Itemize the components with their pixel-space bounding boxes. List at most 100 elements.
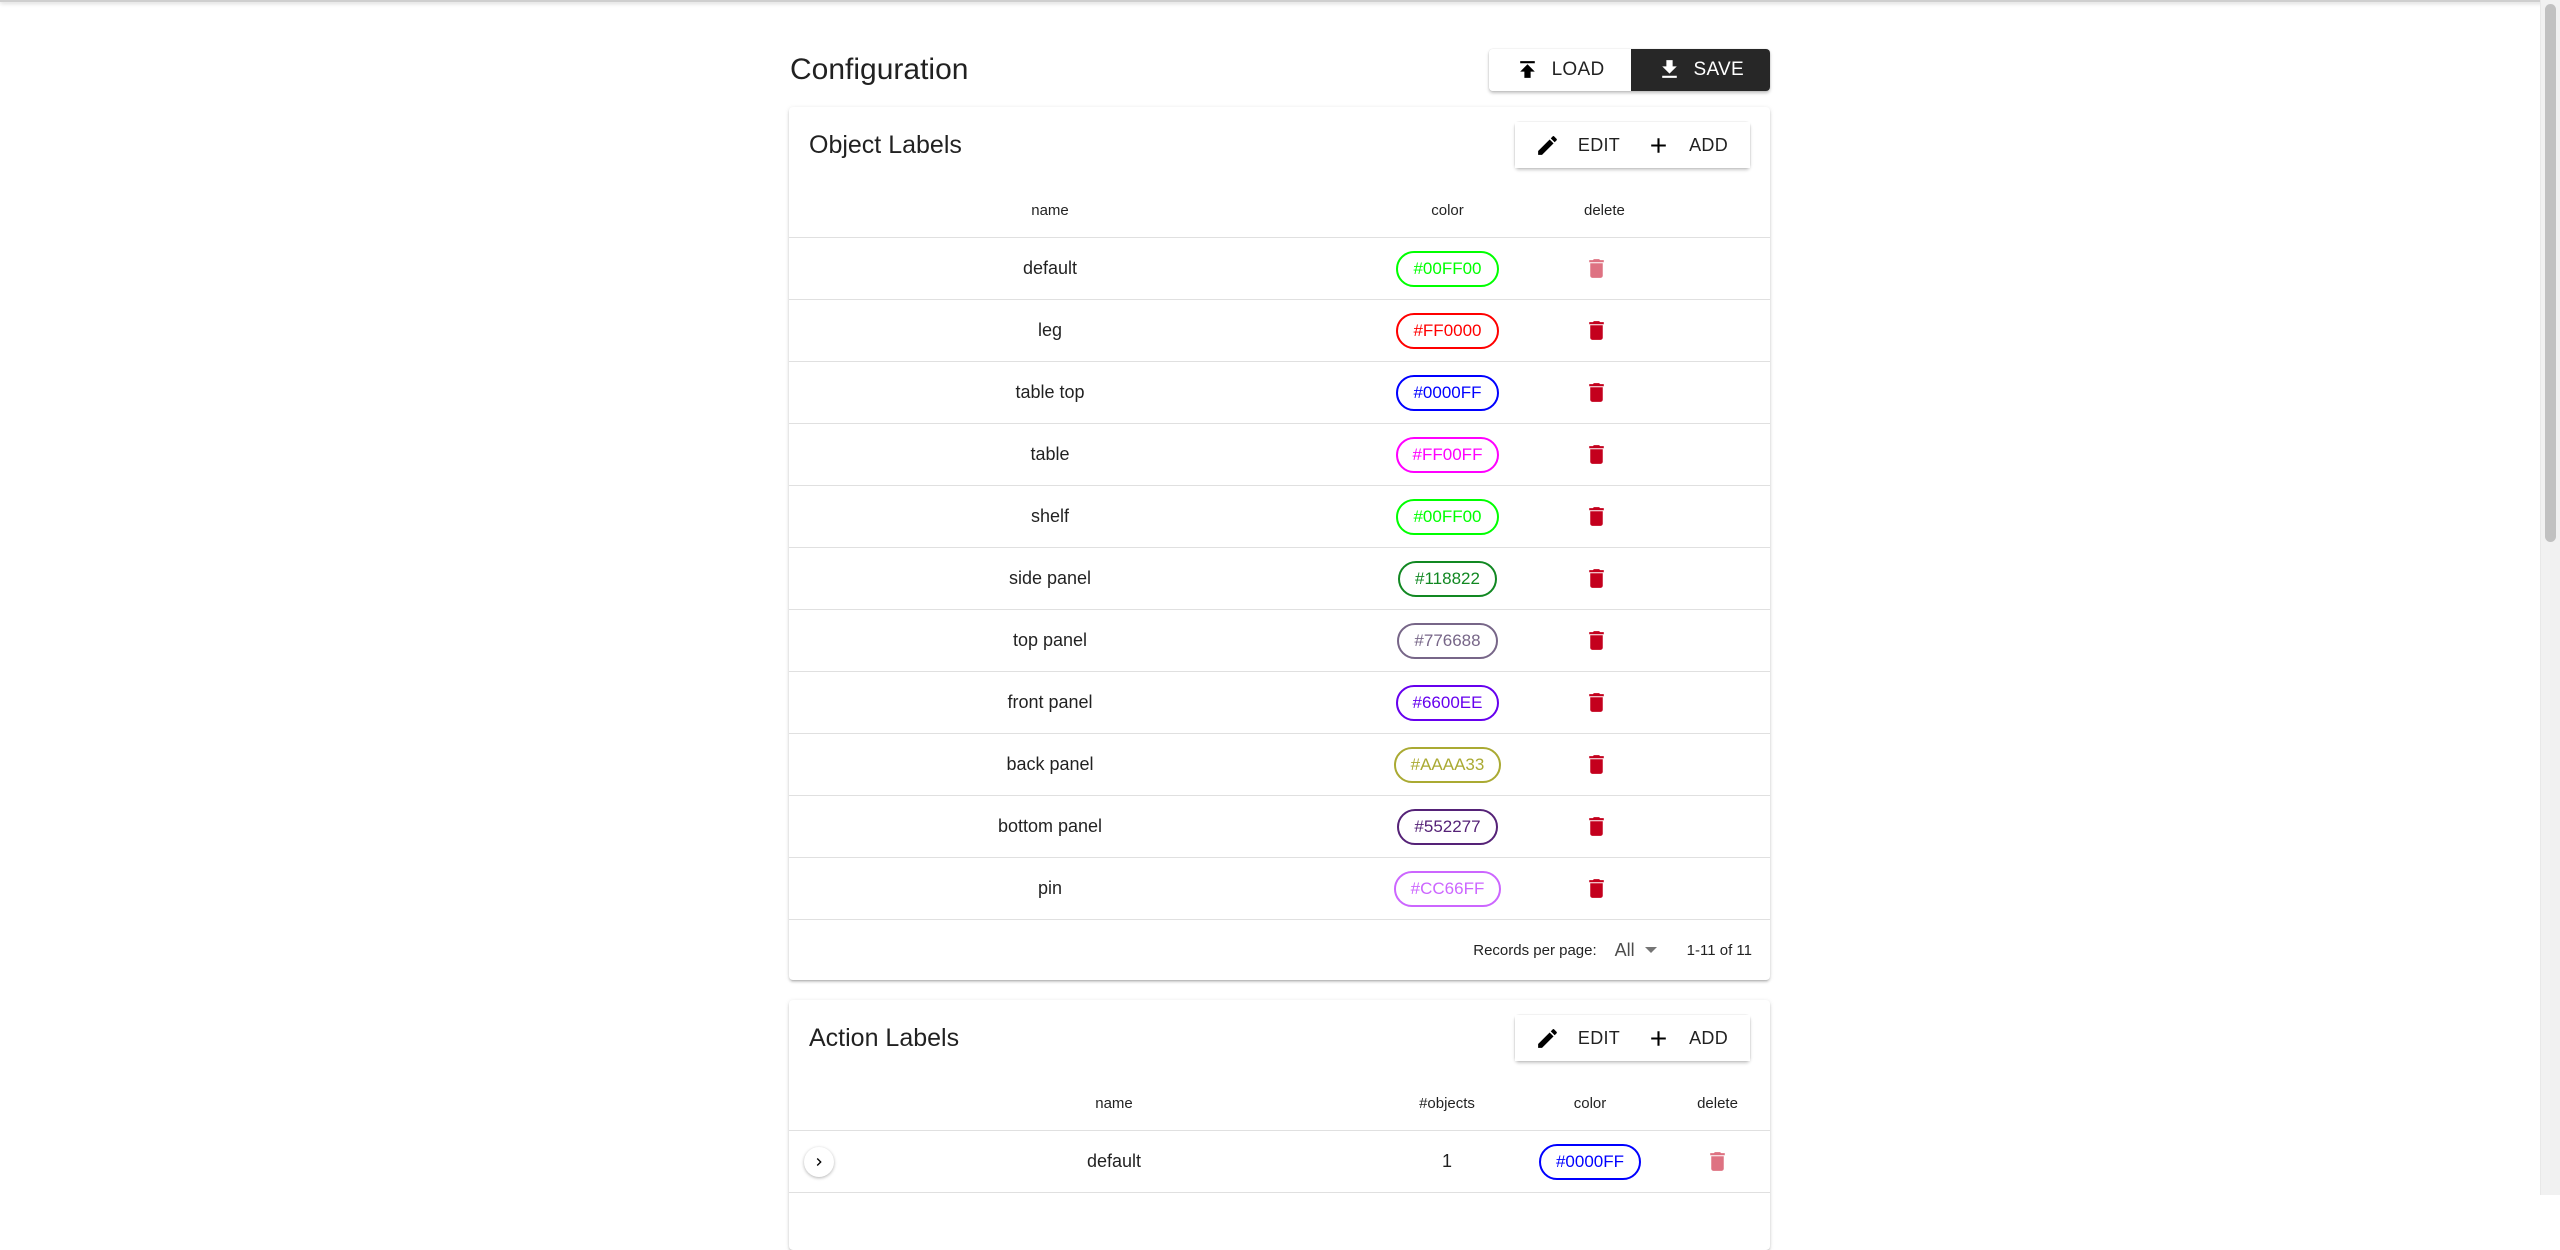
column-header-expand bbox=[789, 1076, 849, 1131]
delete-cell bbox=[1584, 795, 1770, 858]
table-row: default 1 #0000FF bbox=[789, 1130, 1770, 1193]
color-chip[interactable]: #0000FF bbox=[1396, 374, 1499, 411]
label-name: table top bbox=[789, 361, 1311, 424]
trash-icon[interactable] bbox=[1584, 814, 1609, 839]
upload-icon bbox=[1519, 61, 1535, 78]
table-footer: Records per page: All 1-11 of 11 bbox=[789, 920, 1770, 980]
records-per-page-select[interactable]: All bbox=[1615, 940, 1657, 961]
delete-cell bbox=[1584, 547, 1770, 610]
color-chip[interactable]: #00FF00 bbox=[1396, 250, 1499, 287]
label-name: leg bbox=[789, 299, 1311, 362]
download-icon bbox=[1661, 60, 1677, 78]
column-header-objects[interactable]: #objects bbox=[1379, 1076, 1515, 1131]
trash-icon[interactable] bbox=[1705, 1149, 1730, 1174]
object-count: 1 bbox=[1379, 1130, 1515, 1193]
dropdown-caret-icon bbox=[1644, 947, 1657, 953]
configuration-page: Configuration LOAD SAVE Object Labels ED… bbox=[789, 47, 1770, 1250]
action-labels-add-button[interactable]: ADD bbox=[1642, 1015, 1750, 1061]
action-name: default bbox=[849, 1130, 1379, 1193]
action-labels-table: name #objects color delete default 1 #0000… bbox=[789, 1076, 1770, 1193]
color-chip[interactable]: #6600EE bbox=[1395, 684, 1500, 721]
trash-icon[interactable] bbox=[1584, 752, 1609, 777]
object-labels-header: Object Labels EDIT ADD bbox=[789, 107, 1770, 183]
table-row: side panel #118822 bbox=[789, 547, 1770, 610]
action-labels-actions: EDIT ADD bbox=[1514, 1015, 1750, 1061]
object-labels-card: Object Labels EDIT ADD name color delete bbox=[789, 107, 1770, 980]
trash-icon[interactable] bbox=[1584, 256, 1609, 281]
delete-cell bbox=[1665, 1130, 1770, 1193]
color-chip[interactable]: #CC66FF bbox=[1393, 870, 1502, 907]
page-title: Configuration bbox=[790, 52, 969, 86]
load-button-label: LOAD bbox=[1551, 58, 1605, 80]
color-cell: #AAAA33 bbox=[1311, 733, 1584, 796]
load-button[interactable]: LOAD bbox=[1488, 48, 1631, 91]
object-labels-title: Object Labels bbox=[809, 130, 962, 159]
load-save-group: LOAD SAVE bbox=[1488, 48, 1770, 91]
label-name: table bbox=[789, 423, 1311, 486]
plus-icon bbox=[1651, 137, 1666, 153]
table-row: pin #CC66FF bbox=[789, 857, 1770, 920]
records-per-page-label: Records per page: bbox=[1473, 941, 1597, 959]
object-labels-edit-button[interactable]: EDIT bbox=[1514, 122, 1643, 168]
color-cell: #0000FF bbox=[1515, 1130, 1665, 1193]
color-cell: #776688 bbox=[1311, 609, 1584, 672]
table-header-row: name color delete bbox=[789, 183, 1770, 238]
save-button[interactable]: SAVE bbox=[1630, 48, 1770, 91]
trash-icon[interactable] bbox=[1584, 628, 1609, 653]
color-chip[interactable]: #AAAA33 bbox=[1393, 746, 1502, 783]
column-header-color[interactable]: color bbox=[1515, 1076, 1665, 1131]
color-chip[interactable]: #FF00FF bbox=[1395, 436, 1500, 473]
label-name: shelf bbox=[789, 485, 1311, 548]
color-cell: #118822 bbox=[1311, 547, 1584, 610]
action-labels-card: Action Labels EDIT ADD name #objects col… bbox=[789, 1000, 1770, 1250]
delete-cell bbox=[1584, 733, 1770, 796]
action-labels-edit-label: EDIT bbox=[1577, 1027, 1621, 1048]
trash-icon[interactable] bbox=[1584, 876, 1609, 901]
trash-icon[interactable] bbox=[1584, 318, 1609, 343]
table-row: top panel #776688 bbox=[789, 609, 1770, 672]
label-name: back panel bbox=[789, 733, 1311, 796]
delete-cell bbox=[1584, 361, 1770, 424]
expand-cell bbox=[789, 1130, 849, 1193]
table-row: back panel #AAAA33 bbox=[789, 733, 1770, 796]
column-header-delete[interactable]: delete bbox=[1665, 1076, 1770, 1131]
action-labels-add-label: ADD bbox=[1689, 1027, 1728, 1048]
table-row: table #FF00FF bbox=[789, 423, 1770, 486]
color-chip[interactable]: #118822 bbox=[1398, 560, 1497, 597]
object-labels-table: name color delete default #00FF00 leg #FF00… bbox=[789, 183, 1770, 920]
color-chip[interactable]: #00FF00 bbox=[1396, 498, 1499, 535]
column-header-color[interactable]: color bbox=[1311, 183, 1584, 238]
expand-row-button[interactable] bbox=[804, 1146, 834, 1177]
label-name: default bbox=[789, 237, 1311, 300]
color-chip[interactable]: #FF0000 bbox=[1396, 312, 1499, 349]
table-row: table top #0000FF bbox=[789, 361, 1770, 424]
object-labels-add-button[interactable]: ADD bbox=[1642, 122, 1750, 168]
column-header-name[interactable]: name bbox=[849, 1076, 1379, 1131]
color-cell: #00FF00 bbox=[1311, 485, 1584, 548]
vertical-scrollbar[interactable] bbox=[2540, 0, 2560, 1195]
trash-icon[interactable] bbox=[1584, 690, 1609, 715]
trash-icon[interactable] bbox=[1584, 504, 1609, 529]
color-chip[interactable]: #776688 bbox=[1397, 622, 1498, 659]
action-labels-header: Action Labels EDIT ADD bbox=[789, 1000, 1770, 1076]
column-header-delete[interactable]: delete bbox=[1584, 183, 1770, 238]
label-name: pin bbox=[789, 857, 1311, 920]
trash-icon[interactable] bbox=[1584, 380, 1609, 405]
trash-icon[interactable] bbox=[1584, 566, 1609, 591]
color-cell: #CC66FF bbox=[1311, 857, 1584, 920]
action-labels-edit-button[interactable]: EDIT bbox=[1514, 1015, 1643, 1061]
color-cell: #FF0000 bbox=[1311, 299, 1584, 362]
color-cell: #FF00FF bbox=[1311, 423, 1584, 486]
table-row: shelf #00FF00 bbox=[789, 485, 1770, 548]
object-labels-add-label: ADD bbox=[1689, 134, 1728, 155]
chevron-right-icon bbox=[816, 1157, 822, 1166]
scrollbar-thumb[interactable] bbox=[2545, 4, 2556, 542]
delete-cell bbox=[1584, 423, 1770, 486]
color-chip[interactable]: #0000FF bbox=[1538, 1143, 1642, 1180]
label-name: top panel bbox=[789, 609, 1311, 672]
column-header-name[interactable]: name bbox=[789, 183, 1311, 238]
color-chip[interactable]: #552277 bbox=[1397, 808, 1498, 845]
delete-cell bbox=[1584, 299, 1770, 362]
top-app-bar bbox=[0, 0, 2560, 2]
trash-icon[interactable] bbox=[1584, 442, 1609, 467]
